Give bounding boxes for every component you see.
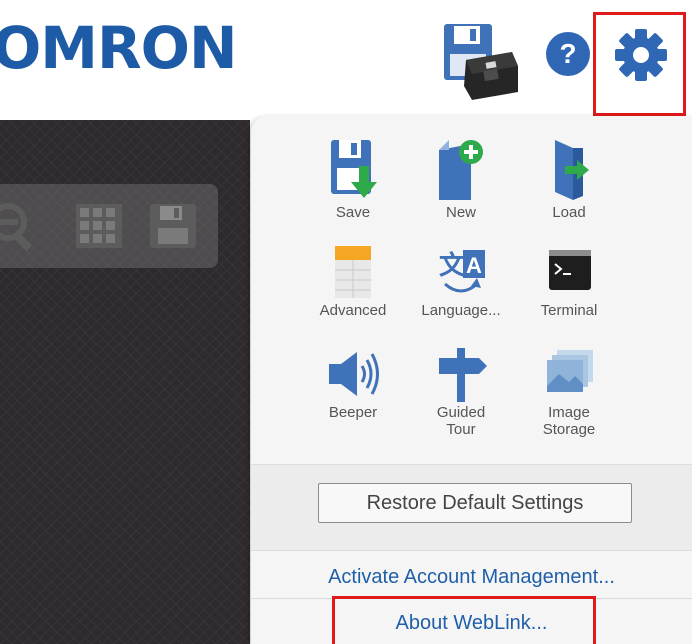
menu-item-load[interactable]: Load <box>514 138 624 221</box>
menu-item-save[interactable]: Save <box>298 138 408 221</box>
restore-section: Restore Default Settings <box>251 464 692 551</box>
zoom-out-icon[interactable] <box>0 200 40 252</box>
omron-logo: OMRON <box>0 14 238 82</box>
about-highlight-box <box>332 596 596 644</box>
svg-text:?: ? <box>559 38 576 69</box>
menu-item-label: New <box>445 204 476 221</box>
menu-item-label: Save <box>335 204 371 221</box>
language-icon: 文 A <box>439 250 485 293</box>
load-icon <box>555 140 589 200</box>
menu-item-language[interactable]: 文 A Language... <box>406 244 516 319</box>
save-icon <box>331 140 377 198</box>
menu-item-new[interactable]: New <box>406 138 516 221</box>
viewer-toolbar <box>0 184 218 268</box>
terminal-icon <box>549 250 591 290</box>
menu-item-label: Language... <box>421 302 501 319</box>
activate-account-management-link[interactable]: Activate Account Management... <box>251 566 692 589</box>
settings-menu: Save New Load Advanced 文 A Language... T… <box>251 116 692 644</box>
menu-item-label: Load <box>552 204 586 221</box>
menu-item-label: Guided Tour <box>436 404 486 438</box>
svg-text:A: A <box>466 253 482 278</box>
menu-item-image-storage[interactable]: Image Storage <box>514 346 624 438</box>
menu-item-guided-tour[interactable]: Guided Tour <box>406 346 516 438</box>
menu-item-beeper[interactable]: Beeper <box>298 346 408 421</box>
menu-item-terminal[interactable]: Terminal <box>514 244 624 319</box>
save-icon[interactable] <box>146 200 200 252</box>
guided-tour-icon <box>439 348 487 402</box>
app-header: OMRON ? <box>0 0 692 120</box>
new-icon <box>439 140 483 200</box>
restore-default-settings-button[interactable]: Restore Default Settings <box>318 483 632 523</box>
image-viewer[interactable] <box>0 120 250 644</box>
device-save-icon[interactable] <box>442 22 520 102</box>
menu-item-label: Beeper <box>328 404 378 421</box>
help-icon[interactable]: ? <box>544 30 592 78</box>
menu-item-label: Advanced <box>319 302 387 319</box>
advanced-icon <box>335 246 371 298</box>
menu-item-advanced[interactable]: Advanced <box>298 244 408 319</box>
menu-item-label: Terminal <box>540 302 598 319</box>
divider <box>251 550 692 551</box>
menu-item-label: Image Storage <box>542 404 596 438</box>
svg-text:文: 文 <box>439 250 466 281</box>
beeper-icon <box>329 352 379 396</box>
gear-highlight-box <box>593 12 686 116</box>
grid-icon[interactable] <box>72 200 126 252</box>
image-storage-icon <box>547 350 593 392</box>
